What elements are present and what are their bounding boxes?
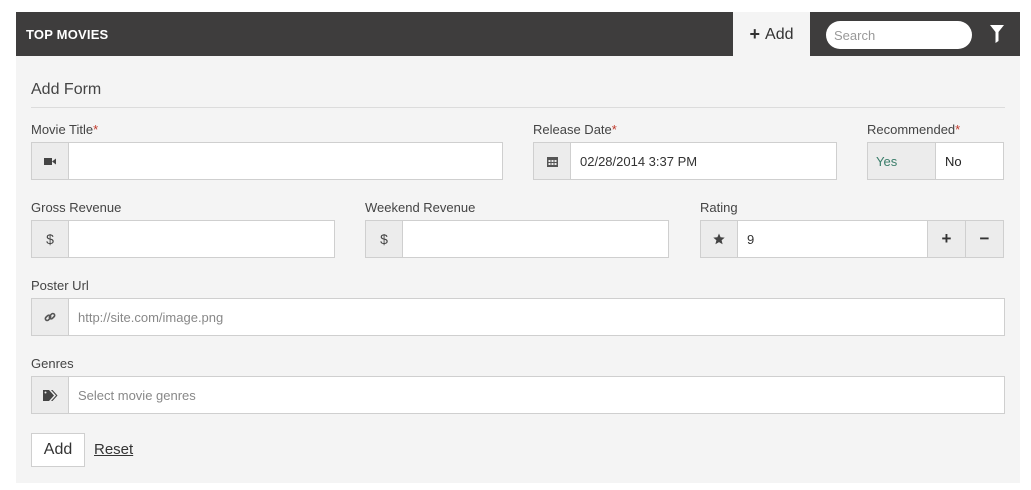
recommended-label: Recommended* — [867, 122, 960, 137]
form-divider — [31, 107, 1005, 108]
rating-increment-button[interactable]: + — [927, 221, 965, 257]
movie-title-input[interactable] — [69, 143, 502, 179]
gross-revenue-input[interactable] — [69, 221, 334, 257]
tags-icon — [32, 377, 69, 413]
poster-url-label: Poster Url — [31, 278, 89, 293]
movies-panel: TOP MOVIES + Add Add Form Movie Title* R… — [16, 12, 1020, 483]
gross-revenue-label: Gross Revenue — [31, 200, 122, 215]
release-date-label-text: Release Date — [533, 122, 612, 137]
weekend-revenue-group: $ — [365, 220, 669, 258]
movie-title-group — [31, 142, 503, 180]
required-mark: * — [93, 122, 99, 137]
add-tab-label: Add — [765, 25, 794, 43]
link-icon — [32, 299, 69, 335]
plus-icon: + — [749, 24, 761, 44]
poster-url-input[interactable] — [69, 299, 1004, 335]
app-title: TOP MOVIES — [26, 27, 109, 42]
search-input[interactable] — [826, 21, 972, 49]
poster-url-group — [31, 298, 1005, 336]
recommended-label-text: Recommended — [867, 122, 956, 137]
genres-input[interactable] — [69, 377, 1004, 413]
release-date-label: Release Date* — [533, 122, 617, 137]
dollar-icon: $ — [366, 221, 403, 257]
release-date-input[interactable] — [571, 143, 836, 179]
form-title: Add Form — [31, 81, 102, 98]
add-tab[interactable]: + Add — [733, 12, 810, 57]
recommended-no-option[interactable]: No — [936, 143, 1003, 179]
rating-group: + − — [700, 220, 1004, 258]
required-mark: * — [955, 122, 961, 137]
top-bar: TOP MOVIES + Add — [16, 12, 1020, 57]
required-mark: * — [611, 122, 617, 137]
genres-label: Genres — [31, 356, 74, 371]
recommended-toggle: Yes No — [867, 142, 1004, 180]
calendar-icon[interactable] — [534, 143, 571, 179]
weekend-revenue-label: Weekend Revenue — [365, 200, 476, 215]
release-date-group — [533, 142, 837, 180]
rating-label: Rating — [700, 200, 738, 215]
genres-group — [31, 376, 1005, 414]
reset-link[interactable]: Reset — [94, 441, 133, 458]
gross-revenue-group: $ — [31, 220, 335, 258]
add-submit-button[interactable]: Add — [31, 433, 85, 467]
movie-title-label-text: Movie Title — [31, 122, 94, 137]
dollar-icon: $ — [32, 221, 69, 257]
rating-decrement-button[interactable]: − — [965, 221, 1003, 257]
movie-title-label: Movie Title* — [31, 122, 98, 137]
star-icon — [701, 221, 738, 257]
weekend-revenue-input[interactable] — [403, 221, 668, 257]
recommended-yes-option[interactable]: Yes — [868, 143, 936, 179]
filter-icon[interactable] — [990, 25, 1004, 43]
rating-input[interactable] — [738, 221, 927, 257]
video-camera-icon — [32, 143, 69, 179]
